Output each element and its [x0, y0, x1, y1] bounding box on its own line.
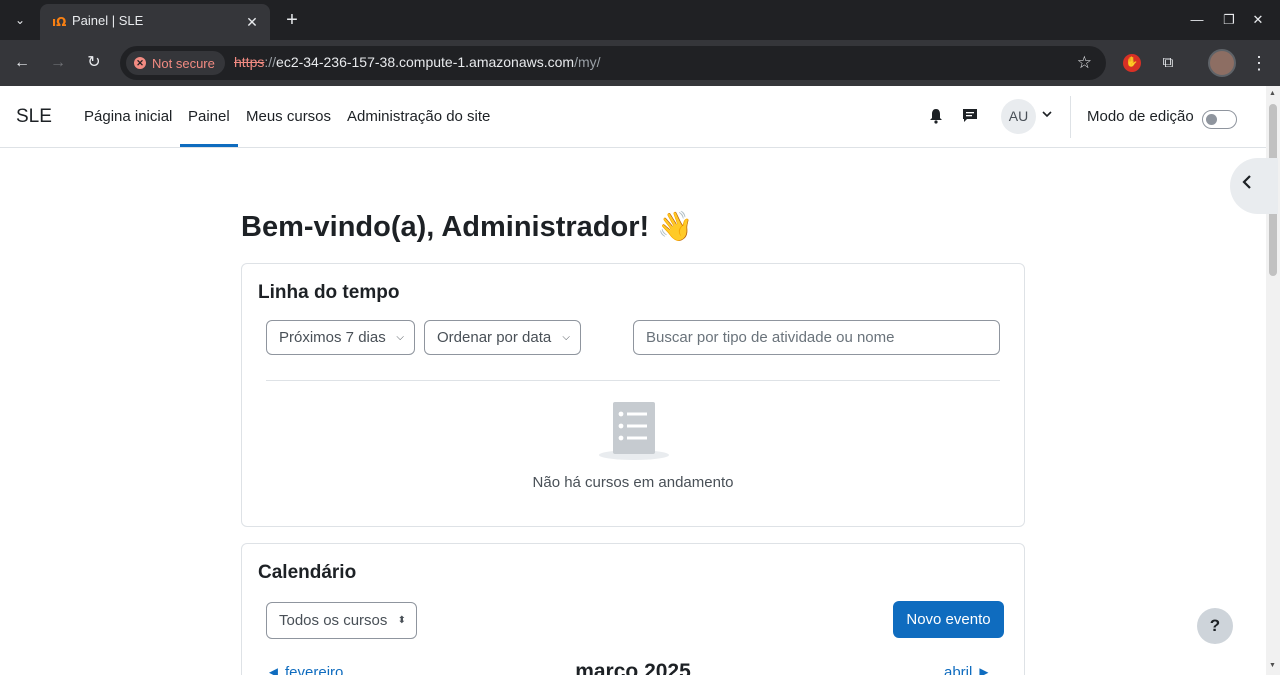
- select-updown-icon: ⬍: [397, 615, 406, 626]
- help-button[interactable]: ?: [1197, 608, 1233, 644]
- site-brand[interactable]: SLE: [16, 106, 52, 128]
- nav-item-home[interactable]: Página inicial: [84, 108, 172, 125]
- nav-item-my-courses[interactable]: Meus cursos: [246, 108, 331, 125]
- timeline-title: Linha do tempo: [258, 282, 400, 303]
- timeline-sort-label: Ordenar por data: [437, 329, 552, 346]
- edit-mode-label: Modo de edição: [1087, 108, 1194, 125]
- bookmark-star-icon[interactable]: ☆: [1077, 53, 1092, 73]
- toggle-knob: [1206, 114, 1217, 125]
- profile-avatar[interactable]: [1208, 49, 1236, 77]
- browser-tab[interactable]: ıΩ Painel | SLE ✕: [40, 4, 270, 40]
- calendar-course-filter[interactable]: Todos os cursos ⬍: [266, 602, 417, 639]
- timeline-search-input[interactable]: Buscar por tipo de atividade ou nome: [633, 320, 1000, 355]
- timeline-sort-select[interactable]: Ordenar por data ⌵: [424, 320, 581, 355]
- back-arrow-icon[interactable]: ←: [10, 51, 34, 75]
- extensions-puzzle-icon[interactable]: ⧉: [1156, 51, 1180, 75]
- window-close-icon[interactable]: ✕: [1246, 8, 1270, 32]
- active-nav-indicator: [180, 144, 238, 147]
- timeline-day-filter[interactable]: Próximos 7 dias ⌵: [266, 320, 415, 355]
- url-path: /my/: [574, 54, 601, 70]
- notifications-bell-icon[interactable]: [927, 108, 945, 126]
- user-menu-chevron-down-icon[interactable]: [1042, 109, 1052, 121]
- minimize-icon[interactable]: —: [1185, 8, 1209, 32]
- forward-arrow-icon[interactable]: →: [46, 51, 70, 75]
- browser-toolbar: ← → ↻ ✕ Not secure https://ec2-34-236-15…: [0, 40, 1280, 86]
- timeline-divider: [266, 380, 1000, 381]
- calendar-block: Calendário Todos os cursos ⬍ Novo evento…: [241, 543, 1025, 675]
- tab-close-icon[interactable]: ✕: [242, 12, 262, 32]
- url-host: ec2-34-236-157-38.compute-1.amazonaws.co…: [276, 54, 575, 70]
- url-text[interactable]: https://ec2-34-236-157-38.compute-1.amaz…: [234, 54, 601, 70]
- open-block-drawer-button[interactable]: [1230, 158, 1278, 214]
- nav-item-site-admin[interactable]: Administração do site: [347, 108, 490, 125]
- extension-stop-icon[interactable]: ✋: [1123, 54, 1141, 72]
- new-event-button[interactable]: Novo evento: [893, 601, 1004, 638]
- timeline-empty-message: Não há cursos em andamento: [532, 474, 734, 491]
- timeline-block: Linha do tempo Próximos 7 dias ⌵ Ordenar…: [241, 263, 1025, 527]
- calendar-month-title: março 2025: [575, 660, 691, 675]
- restore-icon[interactable]: ❐: [1217, 8, 1241, 32]
- tab-search-chevron-icon[interactable]: ⌄: [8, 8, 32, 32]
- nav-item-dashboard[interactable]: Painel: [188, 108, 230, 125]
- moodle-favicon-icon: ıΩ: [52, 15, 67, 29]
- empty-list-icon: [598, 400, 670, 462]
- security-chip-label: Not secure: [152, 55, 215, 71]
- navbar-divider: [1070, 96, 1071, 138]
- calendar-course-filter-label: Todos os cursos: [279, 612, 388, 629]
- url-scheme: https: [234, 54, 265, 70]
- security-chip[interactable]: ✕ Not secure: [126, 51, 225, 75]
- scroll-down-icon[interactable]: ▼: [1269, 662, 1276, 669]
- messages-bubble-icon[interactable]: [961, 108, 979, 126]
- url-separator: ://: [264, 54, 277, 70]
- user-avatar[interactable]: AU: [1001, 99, 1036, 134]
- browser-menu-icon[interactable]: ⋮: [1250, 51, 1268, 75]
- chevron-down-icon: ⌵: [562, 332, 570, 343]
- browser-tab-bar: ⌄ ıΩ Painel | SLE ✕ + — ❐ ✕: [0, 0, 1280, 40]
- chevron-down-icon: ⌵: [396, 332, 404, 343]
- edit-mode-toggle[interactable]: [1202, 110, 1237, 129]
- next-month-link[interactable]: abril ►: [944, 664, 991, 675]
- chevron-left-icon: [1242, 174, 1252, 195]
- calendar-title: Calendário: [258, 562, 357, 583]
- not-secure-icon: ✕: [134, 57, 146, 69]
- reload-icon[interactable]: ↻: [82, 51, 106, 75]
- tab-title: Painel | SLE: [72, 13, 144, 28]
- address-bar[interactable]: ✕ Not secure https://ec2-34-236-157-38.c…: [120, 46, 1106, 80]
- new-tab-icon[interactable]: +: [282, 8, 302, 32]
- timeline-day-filter-label: Próximos 7 dias: [279, 329, 386, 346]
- site-navbar: SLE Página inicial Painel Meus cursos Ad…: [0, 86, 1266, 148]
- page-title: Bem-vindo(a), Administrador! 👋: [241, 211, 694, 243]
- scroll-up-icon[interactable]: ▲: [1269, 90, 1276, 97]
